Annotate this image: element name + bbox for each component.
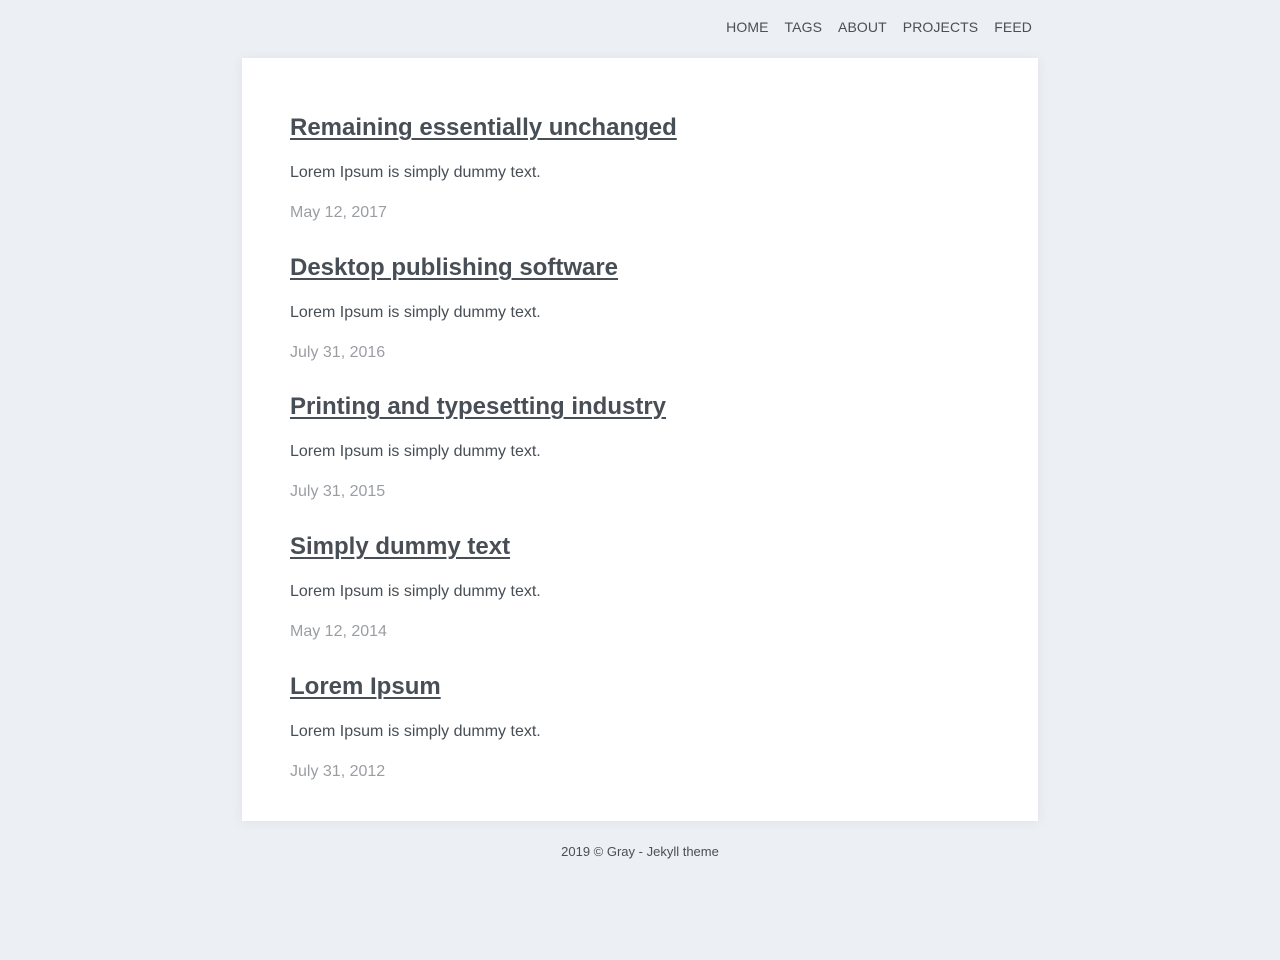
post-date: May 12, 2017	[290, 204, 387, 221]
post-date: July 31, 2015	[290, 483, 386, 500]
post-item: Remaining essentially unchanged Lorem Ip…	[290, 113, 990, 221]
post-title-link[interactable]: Simply dummy text	[290, 532, 510, 561]
post-excerpt: Lorem Ipsum is simply dummy text.	[290, 443, 541, 460]
post-excerpt: Lorem Ipsum is simply dummy text.	[290, 583, 541, 600]
post-date: July 31, 2012	[290, 763, 386, 780]
post-item: Desktop publishing software Lorem Ipsum …	[290, 253, 990, 361]
post-title-link[interactable]: Remaining essentially unchanged	[290, 113, 677, 142]
nav-about-link[interactable]: ABOUT	[838, 19, 887, 35]
post-title-link[interactable]: Printing and typesetting industry	[290, 392, 666, 421]
post-title-link[interactable]: Lorem Ipsum	[290, 672, 441, 701]
post-excerpt: Lorem Ipsum is simply dummy text.	[290, 723, 541, 740]
post-title-link[interactable]: Desktop publishing software	[290, 253, 618, 282]
post-item: Lorem Ipsum Lorem Ipsum is simply dummy …	[290, 672, 990, 780]
post-item: Printing and typesetting industry Lorem …	[290, 392, 990, 500]
post-excerpt: Lorem Ipsum is simply dummy text.	[290, 164, 541, 181]
nav-tags-link[interactable]: TAGS	[785, 19, 822, 35]
post-excerpt: Lorem Ipsum is simply dummy text.	[290, 304, 541, 321]
nav-projects-link[interactable]: PROJECTS	[903, 19, 978, 35]
nav-home-link[interactable]: HOME	[726, 19, 768, 35]
post-date: May 12, 2014	[290, 623, 387, 640]
post-date: July 31, 2016	[290, 344, 386, 361]
top-navigation: HOME TAGS ABOUT PROJECTS FEED	[726, 19, 1032, 35]
nav-feed-link[interactable]: FEED	[994, 19, 1032, 35]
post-item: Simply dummy text Lorem Ipsum is simply …	[290, 532, 990, 640]
post-list-card: Remaining essentially unchanged Lorem Ip…	[242, 58, 1038, 821]
site-footer: 2019 © Gray - Jekyll theme	[561, 844, 719, 859]
